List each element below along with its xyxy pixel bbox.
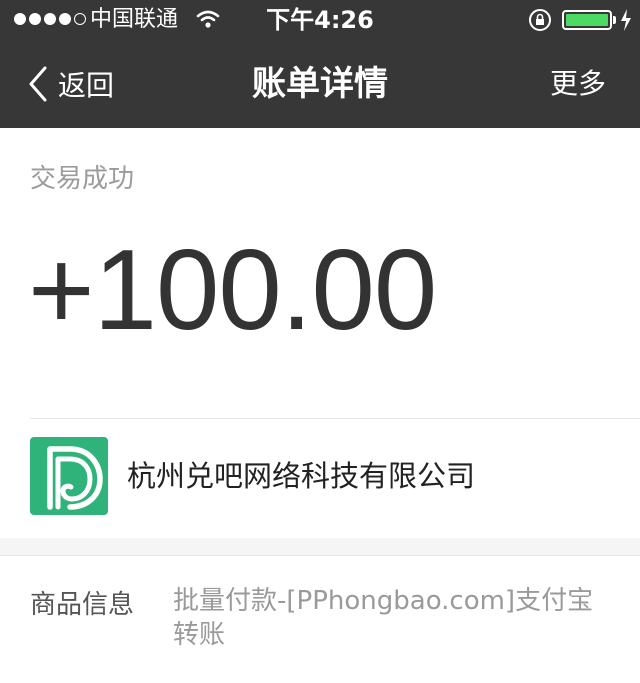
page-title: 账单详情 bbox=[252, 64, 388, 104]
product-info-label: 商品信息 bbox=[30, 590, 135, 620]
merchant-logo-icon bbox=[30, 437, 108, 515]
transaction-status: 交易成功 bbox=[30, 164, 135, 194]
battery-icon bbox=[562, 10, 612, 30]
transaction-amount: +100.00 bbox=[28, 227, 437, 354]
product-info-row: 商品信息 批量付款-[PPhongbao.com]支付宝转账 bbox=[0, 556, 640, 683]
product-info-value: 批量付款-[PPhongbao.com]支付宝转账 bbox=[173, 586, 594, 650]
status-bar: 中国联通 下午4:26 bbox=[0, 0, 640, 40]
charging-bolt-icon bbox=[621, 9, 631, 31]
rotation-lock-icon bbox=[529, 9, 551, 31]
divider bbox=[30, 418, 640, 419]
transaction-card: 交易成功 +100.00 杭州兑吧网络科技有限公司 bbox=[0, 128, 640, 538]
more-button[interactable]: 更多 bbox=[550, 62, 606, 106]
top-bar: 中国联通 下午4:26 返回 账单详情 更多 bbox=[0, 0, 640, 128]
battery-fill bbox=[566, 14, 608, 26]
battery-tip bbox=[613, 16, 616, 24]
merchant-name: 杭州兑吧网络科技有限公司 bbox=[127, 459, 476, 493]
navigation-bar: 返回 账单详情 更多 bbox=[0, 40, 640, 128]
